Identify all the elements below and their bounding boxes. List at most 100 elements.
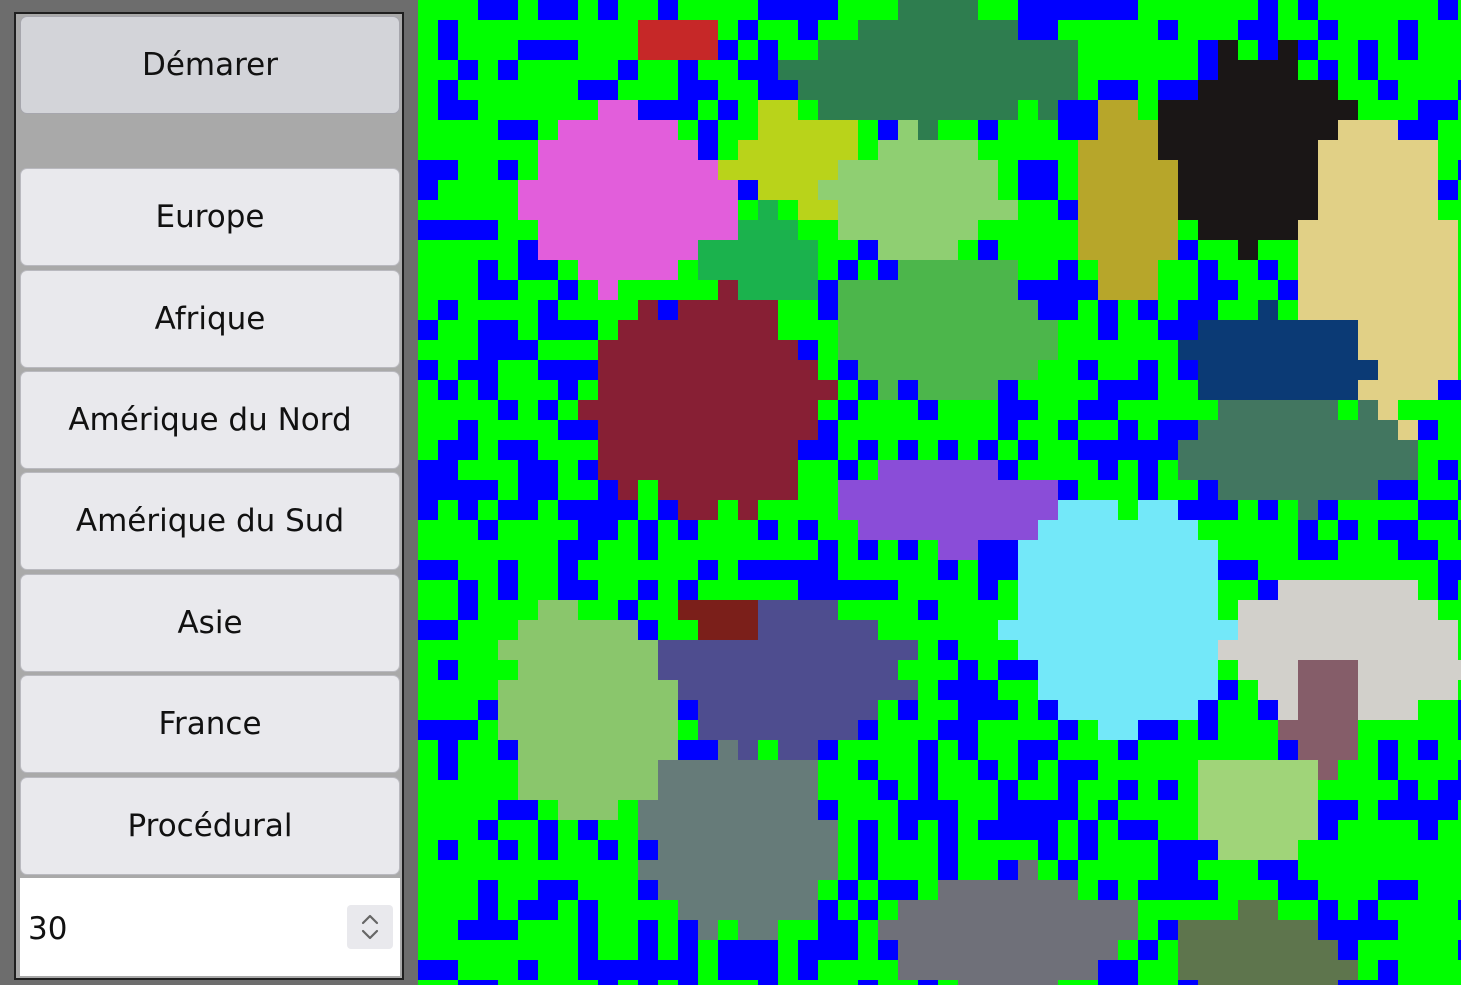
seed-number-input[interactable]: 30: [20, 878, 400, 976]
land-tile: [858, 260, 878, 280]
region-tile: [618, 740, 638, 760]
land-tile: [698, 960, 718, 980]
region-tile: [1138, 660, 1158, 680]
region-tile: [1098, 600, 1118, 620]
region-tile: [1318, 120, 1338, 140]
region-tile: [1358, 700, 1378, 720]
region-tile: [1278, 340, 1298, 360]
land-tile: [538, 120, 558, 140]
land-tile: [418, 580, 438, 600]
region-tile: [538, 140, 558, 160]
region-tile: [898, 360, 918, 380]
land-tile: [898, 600, 918, 620]
land-tile: [518, 940, 538, 960]
region-tile: [858, 680, 878, 700]
land-tile: [438, 920, 458, 940]
region-tile: [578, 240, 598, 260]
map-france-button[interactable]: France: [20, 675, 400, 773]
up-down-arrows-icon[interactable]: [347, 905, 393, 949]
region-tile: [738, 660, 758, 680]
map-canvas[interactable]: [418, 0, 1461, 985]
region-tile: [1178, 100, 1198, 120]
land-tile: [1078, 80, 1098, 100]
region-tile: [1058, 660, 1078, 680]
land-tile: [598, 600, 618, 620]
region-tile: [958, 180, 978, 200]
region-tile: [518, 760, 538, 780]
region-tile: [1198, 920, 1218, 940]
region-tile: [858, 320, 878, 340]
world-map[interactable]: [418, 0, 1461, 985]
land-tile: [758, 580, 778, 600]
region-tile: [1178, 520, 1198, 540]
region-tile: [738, 900, 758, 920]
start-button[interactable]: Démarer: [20, 16, 400, 114]
map-north-america-button[interactable]: Amérique du Nord: [20, 371, 400, 469]
land-tile: [518, 360, 538, 380]
region-tile: [1198, 440, 1218, 460]
region-tile: [958, 20, 978, 40]
region-tile: [1278, 180, 1298, 200]
region-tile: [718, 820, 738, 840]
region-tile: [1078, 700, 1098, 720]
region-tile: [718, 780, 738, 800]
region-tile: [718, 700, 738, 720]
land-tile: [478, 580, 498, 600]
land-tile: [778, 960, 798, 980]
land-tile: [898, 760, 918, 780]
region-tile: [878, 480, 898, 500]
region-tile: [958, 200, 978, 220]
map-asia-button[interactable]: Asie: [20, 574, 400, 672]
land-tile: [1178, 20, 1198, 40]
region-tile: [878, 100, 898, 120]
land-tile: [1118, 400, 1138, 420]
region-tile: [1198, 640, 1218, 660]
region-tile: [998, 60, 1018, 80]
land-tile: [558, 340, 578, 360]
land-tile: [918, 860, 938, 880]
land-tile: [1038, 260, 1058, 280]
region-tile: [1078, 900, 1098, 920]
region-tile: [518, 680, 538, 700]
region-tile: [698, 220, 718, 240]
region-tile: [938, 540, 958, 560]
region-tile: [1058, 940, 1078, 960]
land-tile: [478, 20, 498, 40]
region-tile: [1138, 600, 1158, 620]
region-tile: [898, 140, 918, 160]
map-africa-button[interactable]: Afrique: [20, 270, 400, 368]
region-tile: [1218, 480, 1238, 500]
region-tile: [778, 880, 798, 900]
region-tile: [698, 680, 718, 700]
region-tile: [818, 680, 838, 700]
region-tile: [918, 220, 938, 240]
land-tile: [678, 260, 698, 280]
land-tile: [1418, 60, 1438, 80]
region-tile: [718, 600, 738, 620]
map-south-america-button[interactable]: Amérique du Sud: [20, 472, 400, 570]
map-procedural-button[interactable]: Procédural: [20, 777, 400, 875]
land-tile: [438, 940, 458, 960]
land-tile: [538, 280, 558, 300]
region-tile: [1318, 740, 1338, 760]
land-tile: [1178, 820, 1198, 840]
region-tile: [678, 820, 698, 840]
land-tile: [918, 680, 938, 700]
region-tile: [1338, 460, 1358, 480]
region-tile: [1118, 240, 1138, 260]
region-tile: [658, 20, 678, 40]
map-europe-button[interactable]: Europe: [20, 168, 400, 266]
seed-value[interactable]: 30: [28, 911, 67, 947]
region-tile: [918, 80, 938, 100]
land-tile: [618, 560, 638, 580]
land-tile: [1378, 780, 1398, 800]
region-tile: [758, 880, 778, 900]
region-tile: [518, 660, 538, 680]
region-tile: [898, 240, 918, 260]
land-tile: [838, 860, 858, 880]
land-tile: [818, 220, 838, 240]
land-tile: [1398, 980, 1418, 985]
land-tile: [438, 860, 458, 880]
region-tile: [738, 860, 758, 880]
land-tile: [938, 740, 958, 760]
